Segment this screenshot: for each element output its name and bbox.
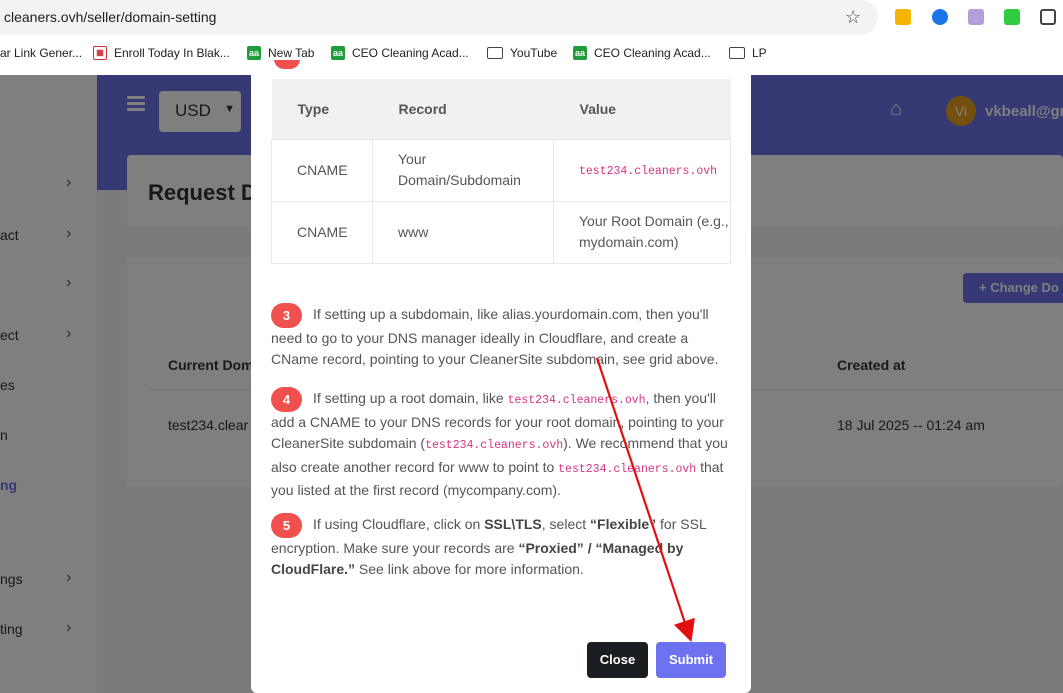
browser-address-bar: cleaners.ovh/seller/domain-setting ☆ <box>0 0 1063 35</box>
extension-green-icon[interactable] <box>1004 9 1020 25</box>
bookmark-item[interactable]: LP <box>729 46 767 60</box>
bookmark-label: LP <box>752 46 767 60</box>
extension-mail-icon[interactable] <box>895 9 911 25</box>
bookmark-item[interactable]: YouTube <box>487 46 557 60</box>
value-code: test234.cleaners.ovh <box>579 164 718 178</box>
record-cell: www <box>372 200 554 264</box>
code-domain: test234.cleaners.ovh <box>558 462 697 476</box>
type-cell: CNAME <box>271 138 373 202</box>
column-header-type: Type <box>271 79 373 139</box>
bookmark-item[interactable]: aa New Tab <box>247 46 314 60</box>
step-text: If setting up a root domain, like <box>313 390 504 407</box>
step-text: , select <box>541 516 587 533</box>
url-text[interactable]: cleaners.ovh/seller/domain-setting <box>4 9 216 25</box>
close-button[interactable]: Close <box>587 642 648 678</box>
aa-icon: aa <box>247 46 261 60</box>
extensions-menu-icon[interactable] <box>1040 9 1056 25</box>
step-text: If using Cloudflare, click on <box>313 516 481 533</box>
step-number-badge: 5 <box>271 513 302 538</box>
bookmark-label: CEO Cleaning Acad... <box>594 46 711 60</box>
bookmark-item[interactable]: ▦ Enroll Today In Blak... <box>93 46 230 60</box>
extension-download-icon[interactable] <box>932 9 948 25</box>
url-field[interactable]: cleaners.ovh/seller/domain-setting <box>0 0 878 35</box>
type-cell: CNAME <box>271 200 373 264</box>
value-cell: test234.cleaners.ovh <box>553 138 731 202</box>
table-row: CNAME Your Domain/Subdomain test234.clea… <box>271 138 731 202</box>
bookmark-label: New Tab <box>268 46 315 60</box>
bookmark-label: Enroll Today In Blak... <box>114 46 230 60</box>
bookmark-star-icon[interactable]: ☆ <box>845 7 861 28</box>
bookmark-item[interactable]: aa CEO Cleaning Acad... <box>331 46 469 60</box>
dns-records-table: Type Record Value CNAME Your Domain/Subd… <box>271 79 731 264</box>
folder-icon <box>729 47 745 59</box>
step-5: 5 If using Cloudflare, click on SSL\TLS, … <box>271 513 733 581</box>
bookmark-label: YouTube <box>510 46 558 60</box>
bookmark-item[interactable]: aa CEO Cleaning Acad... <box>573 46 711 60</box>
step-badge <box>274 60 300 69</box>
step-number-badge: 4 <box>271 387 302 412</box>
table-row: CNAME www Your Root Domain (e.g., mydoma… <box>271 200 731 264</box>
bookmark-item[interactable]: ar Link Gener... <box>0 46 82 60</box>
column-header-value: Value <box>553 79 731 139</box>
table-header-row: Type Record Value <box>271 79 731 139</box>
bookmark-label: ar Link Gener... <box>0 46 83 60</box>
step-text: See link above for more information. <box>358 561 584 578</box>
calendar-icon: ▦ <box>93 46 107 60</box>
step-bold: SSL\TLS <box>484 516 542 533</box>
value-cell: Your Root Domain (e.g., mydomain.com) <box>553 200 731 264</box>
code-domain: test234.cleaners.ovh <box>425 439 564 453</box>
domain-setup-modal: Type Record Value CNAME Your Domain/Subd… <box>251 60 751 693</box>
record-cell: Your Domain/Subdomain <box>372 138 554 202</box>
extension-puzzle-icon[interactable] <box>968 9 984 25</box>
submit-button[interactable]: Submit <box>656 642 726 678</box>
folder-icon <box>487 47 503 59</box>
step-3: 3 If setting up a subdomain, like alias.y… <box>271 303 733 371</box>
step-4: 4 If setting up a root domain, like test2… <box>271 387 733 501</box>
column-header-record: Record <box>372 79 554 139</box>
step-number-badge: 3 <box>271 303 302 328</box>
bookmark-label: CEO Cleaning Acad... <box>352 46 469 60</box>
step-text: If setting up a subdomain, like alias.yo… <box>271 306 719 368</box>
step-bold: “Flexible” <box>590 516 657 533</box>
code-domain: test234.cleaners.ovh <box>507 394 646 408</box>
aa-icon: aa <box>331 46 345 60</box>
aa-icon: aa <box>573 46 587 60</box>
